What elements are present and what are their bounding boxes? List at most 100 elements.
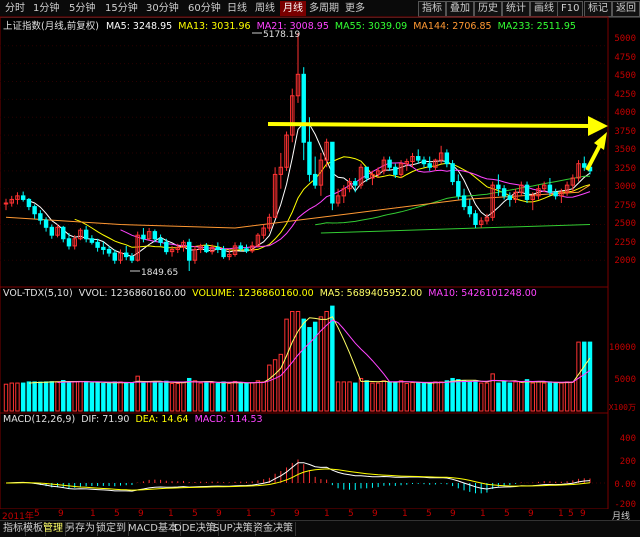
volume-bar: [301, 318, 306, 412]
candle-body: [124, 252, 129, 258]
volume-axis-label: 5000: [614, 375, 636, 385]
time-axis-label: 1: [402, 509, 408, 519]
candle-body: [26, 198, 32, 208]
price-axis-label: 4500: [614, 71, 636, 81]
volume-bar: [78, 380, 83, 412]
volume-bar: [490, 373, 495, 412]
volume-bar: [38, 381, 43, 412]
time-axis: 2011年 5 9 1 5 9 1 5 9 1 5 9 1 5 9 1 5 9 1 5 9 1 5 9: [0, 509, 640, 522]
volume-bar: [456, 379, 461, 412]
time-axis-label: 9: [528, 509, 534, 519]
time-axis-label: 1: [168, 509, 174, 519]
macd-axis-label: 200: [619, 457, 636, 467]
candle-body: [364, 166, 369, 179]
time-axis-label: 1: [558, 509, 564, 519]
candle-body: [3, 202, 9, 205]
volume-bar: [20, 382, 26, 412]
candle-body: [49, 226, 55, 236]
time-axis-label: 5: [34, 509, 40, 519]
candle-body: [524, 184, 530, 200]
indicator-tab-7[interactable]: SUP决策: [211, 522, 256, 536]
volume-bar: [467, 381, 472, 412]
price-axis-label: 4750: [614, 52, 636, 63]
volume-bar: [238, 382, 243, 412]
candle-body: [158, 238, 163, 243]
candle-body: [387, 159, 392, 168]
volume-bar: [112, 381, 118, 412]
volume-bar: [404, 383, 410, 412]
candle-body: [204, 245, 209, 253]
time-axis-label: 5: [426, 509, 432, 519]
volume-bar: [461, 380, 467, 412]
candle-body: [141, 234, 146, 240]
candle-body: [427, 163, 432, 168]
candle-body: [501, 188, 507, 197]
volume-bar: [450, 377, 455, 412]
volume-bar: [370, 382, 375, 412]
candle-body: [164, 241, 169, 253]
volume-bar: [330, 305, 335, 412]
volume-bar: [410, 382, 415, 412]
volume-bar: [444, 380, 450, 412]
candle-body: [507, 195, 513, 200]
candle-body: [393, 166, 398, 175]
candle-body: [307, 141, 312, 175]
price-axis-label: 3000: [614, 182, 636, 192]
volume-bar: [478, 382, 484, 412]
vol-ma10-line: [57, 319, 591, 384]
macd-pane-border: [0, 412, 609, 510]
candle-body: [467, 206, 472, 215]
time-axis-label: 1: [324, 509, 330, 519]
candle-body: [301, 73, 306, 143]
horizontal-arrowhead: [588, 116, 608, 136]
volume-bar: [272, 359, 278, 412]
candle-body: [553, 191, 558, 197]
low-label: 1849.65: [141, 268, 178, 278]
time-axis-label: 9: [580, 509, 586, 519]
volume-bar: [227, 383, 232, 412]
indicator-tab-4[interactable]: 锁定到: [94, 522, 129, 536]
candle-body: [238, 245, 243, 250]
volume-bar: [43, 381, 49, 412]
volume-bar: [375, 382, 381, 412]
candle-body: [20, 195, 26, 200]
ma21-line: [120, 162, 591, 250]
up-arrow-line: [585, 144, 602, 171]
volume-bar: [83, 380, 89, 412]
volume-bar: [524, 379, 530, 412]
volume-bar: [278, 353, 284, 412]
volume-bar: [307, 327, 312, 412]
volume-bar: [232, 380, 238, 412]
candle-body: [101, 246, 106, 250]
kline-chart[interactable]: 5178.19 1849.65: [0, 0, 640, 520]
volume-bar: [55, 381, 60, 412]
volume-bar: [553, 382, 558, 412]
high-label: 5178.19: [263, 30, 300, 40]
ma233-line: [320, 224, 591, 234]
volume-bar: [353, 382, 358, 412]
volume-bar: [32, 381, 37, 412]
indicator-tab-8[interactable]: 资金决策: [251, 522, 296, 536]
horizontal-arrow-line: [267, 122, 591, 128]
volume-bar: [416, 382, 421, 412]
volume-bar: [547, 381, 553, 412]
time-axis-label: 5: [114, 509, 120, 519]
volume-bar: [146, 381, 152, 412]
time-axis-label: 9: [294, 509, 300, 519]
volume-bar: [221, 381, 226, 412]
volume-bar: [158, 382, 163, 412]
volume-bar: [192, 380, 198, 412]
volume-bar: [473, 380, 478, 412]
price-axis-label: 2500: [614, 219, 636, 229]
indicator-tab-3[interactable]: 另存为: [63, 522, 98, 536]
candle-body: [106, 248, 112, 254]
candle-body: [461, 195, 467, 208]
candle-body: [186, 241, 192, 261]
volume-bar: [564, 381, 570, 412]
macd-axis-label: 400: [619, 434, 636, 444]
volume-bar: [587, 341, 593, 412]
time-axis-label: 9: [450, 509, 456, 519]
price-axis-label: 3500: [614, 145, 636, 155]
candle-body: [244, 248, 249, 252]
volume-bar: [387, 381, 392, 412]
